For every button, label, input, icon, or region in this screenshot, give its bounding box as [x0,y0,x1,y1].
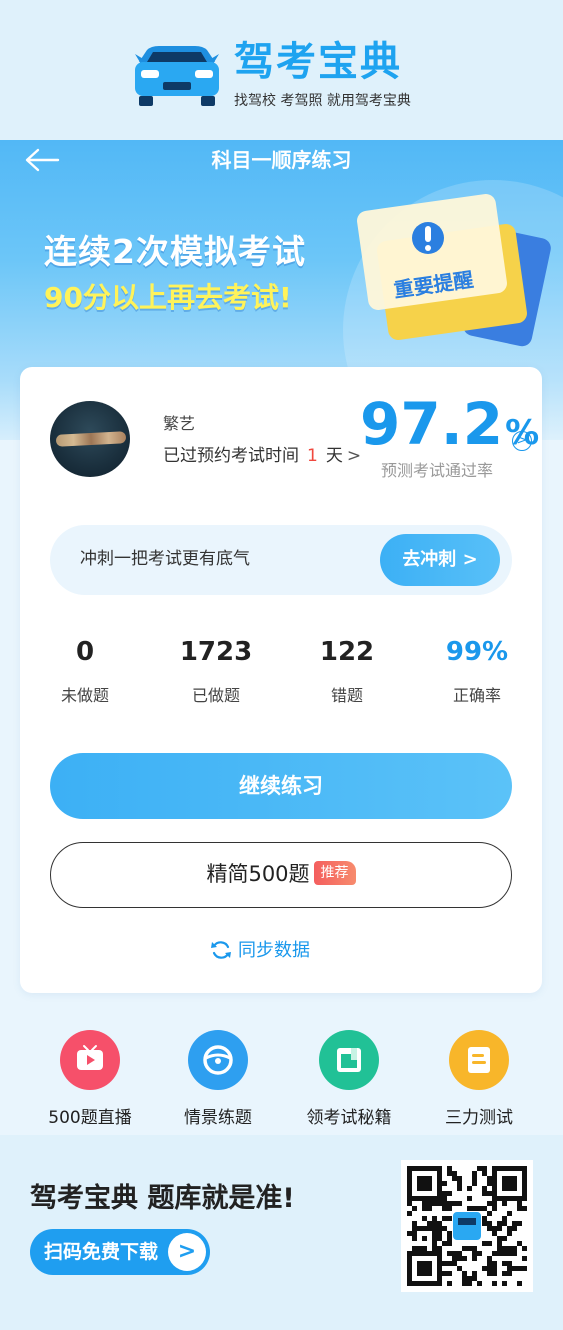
book-icon [319,1030,379,1090]
pass-rate-value[interactable]: 97.2% [360,391,539,466]
pass-rate-number: 97.2 [360,390,504,458]
stat-done[interactable]: 1723 已做题 [151,635,281,707]
sprint-banner: 冲刺一把考试更有底气 去冲刺 > [50,525,512,595]
important-notice-illustration: 重要提醒 [357,194,551,347]
quick-label: 领考试秘籍 [306,1108,392,1128]
download-label: 扫码免费下载 [44,1241,159,1263]
promo-subheadline: 90分以上再去考试! [44,281,292,314]
quick-scenario[interactable]: 情景练题 [153,1030,283,1130]
simplified-label: 精简500题 [206,862,310,886]
brand-slogan: 找驾校 考驾照 就用驾考宝典 [234,93,411,109]
quick-label: 情景练题 [184,1108,252,1128]
footer-title: 驾考宝典 题库就是准! [30,1183,295,1214]
exam-unit: 天 [325,446,343,466]
sync-data-button[interactable]: 同步数据 [210,937,310,965]
quick-three-ability[interactable]: 三力测试 [414,1030,544,1130]
promo-headline: 连续2次模拟考试 [44,232,306,271]
recommend-badge: 推荐 [313,861,356,885]
exam-date-link[interactable]: 已过预约考试时间 1 天 > [163,444,361,468]
qr-code-image [407,1166,527,1286]
page-title: 科目一顺序练习 [211,148,352,172]
sync-label: 同步数据 [238,940,310,961]
stat-accuracy[interactable]: 99% 正确率 [412,635,542,707]
quick-live-500[interactable]: 500题直播 [25,1030,155,1130]
stat-label: 已做题 [191,686,240,705]
document-icon [449,1030,509,1090]
stat-undone[interactable]: 0 未做题 [20,635,150,707]
chevron-right-icon: > [346,446,362,466]
stat-value: 122 [319,637,375,667]
download-button[interactable]: 扫码免费下载 > [30,1229,210,1275]
sprint-button[interactable]: 去冲刺 > [380,534,500,586]
brand-name: 驾考宝典 [234,39,402,85]
stat-label: 错题 [330,686,363,705]
practice-card: 繁艺 已过预约考试时间 1 天 > 97.2% > 预测考试通过率 冲刺一把考试更有底… [20,367,542,993]
sync-icon [211,940,231,959]
exam-days: 1 [307,446,318,466]
avatar[interactable] [50,401,130,477]
steering-wheel-icon [188,1030,248,1090]
stats-row: 0 未做题 1723 已做题 122 错题 99% 正确率 [20,635,542,725]
tv-icon [60,1030,120,1090]
sprint-text: 冲刺一把考试更有底气 [80,549,250,569]
stat-label: 正确率 [452,686,501,705]
chevron-right-icon: > [168,1233,206,1271]
user-name: 繁艺 [163,414,196,433]
exam-text: 已过预约考试时间 [163,446,299,466]
stat-value: 99% [445,637,509,667]
qr-code [401,1160,533,1292]
download-footer: 驾考宝典 题库就是准! 扫码免费下载 > [0,1135,563,1330]
pass-rate-label: 预测考试通过率 [381,461,494,480]
simplified-500-button[interactable]: 精简500题 推荐 [50,842,512,908]
continue-practice-button[interactable]: 继续练习 [50,753,512,819]
quick-label: 500题直播 [48,1108,132,1128]
brand-banner: 驾考宝典 找驾校 考驾照 就用驾考宝典 [0,0,563,140]
stat-value: 1723 [179,637,253,667]
quick-links: 500题直播 情景练题 领考试秘籍 三力测试 [0,1030,563,1135]
stat-value: 0 [75,637,95,667]
car-logo-icon [135,46,219,106]
quick-label: 三力测试 [445,1108,513,1128]
stat-wrong[interactable]: 122 错题 [282,635,412,707]
chevron-right-circle-icon[interactable]: > [512,431,532,451]
quick-secret-book[interactable]: 领考试秘籍 [284,1030,414,1130]
stat-label: 未做题 [60,686,109,705]
